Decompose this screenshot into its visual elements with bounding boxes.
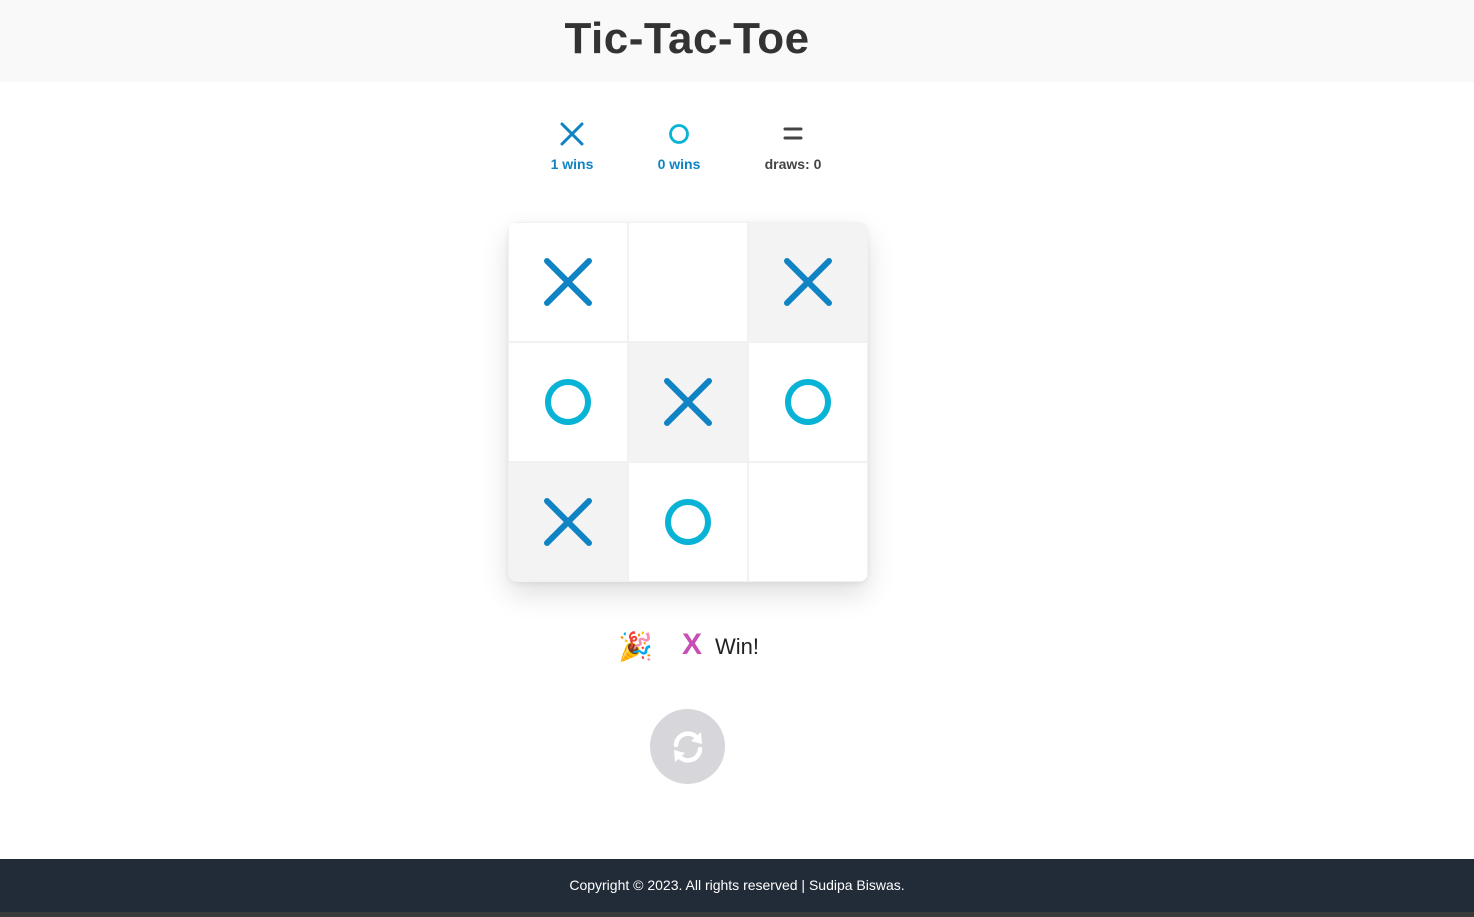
party-popper-icon: 🎉 <box>618 631 653 662</box>
board-cell-8[interactable] <box>748 462 868 582</box>
o-mark-icon <box>665 499 711 545</box>
restart-button[interactable] <box>650 709 725 784</box>
x-mark-icon <box>664 378 712 426</box>
board-cell-4[interactable] <box>628 342 748 462</box>
x-mark-icon <box>544 498 592 546</box>
board-cell-6[interactable] <box>508 462 628 582</box>
score-o: 0 wins <box>619 118 739 172</box>
game-result: 🎉 X Win! <box>600 628 800 668</box>
board-cell-0[interactable] <box>508 222 628 342</box>
x-mark-icon <box>544 258 592 306</box>
footer: Copyright © 2023. All rights reserved | … <box>0 859 1474 912</box>
score-x: 1 wins <box>512 118 632 172</box>
equals-icon <box>733 118 853 150</box>
copyright-text: Copyright © 2023. All rights reserved | … <box>569 877 905 893</box>
x-mark-icon <box>784 258 832 306</box>
x-icon <box>512 118 632 150</box>
winner-symbol: X <box>682 628 703 661</box>
board-cell-3[interactable] <box>508 342 628 462</box>
page-title: Tic-Tac-Toe <box>564 14 810 63</box>
window-bottom-edge <box>0 912 1474 917</box>
score-x-label: 1 wins <box>550 156 594 172</box>
o-mark-icon <box>785 379 831 425</box>
score-draws-label: draws: 0 <box>764 156 822 172</box>
refresh-icon <box>673 730 702 763</box>
board-cell-2[interactable] <box>748 222 868 342</box>
score-o-label: 0 wins <box>657 156 701 172</box>
o-mark-icon <box>545 379 591 425</box>
o-icon <box>619 118 739 150</box>
board-cell-5[interactable] <box>748 342 868 462</box>
win-text: Win! <box>715 634 759 659</box>
board-cell-7[interactable] <box>628 462 748 582</box>
score-draws: draws: 0 <box>733 118 853 172</box>
header: Tic-Tac-Toe <box>0 0 1474 82</box>
game-board <box>508 222 868 582</box>
board-cell-1[interactable] <box>628 222 748 342</box>
